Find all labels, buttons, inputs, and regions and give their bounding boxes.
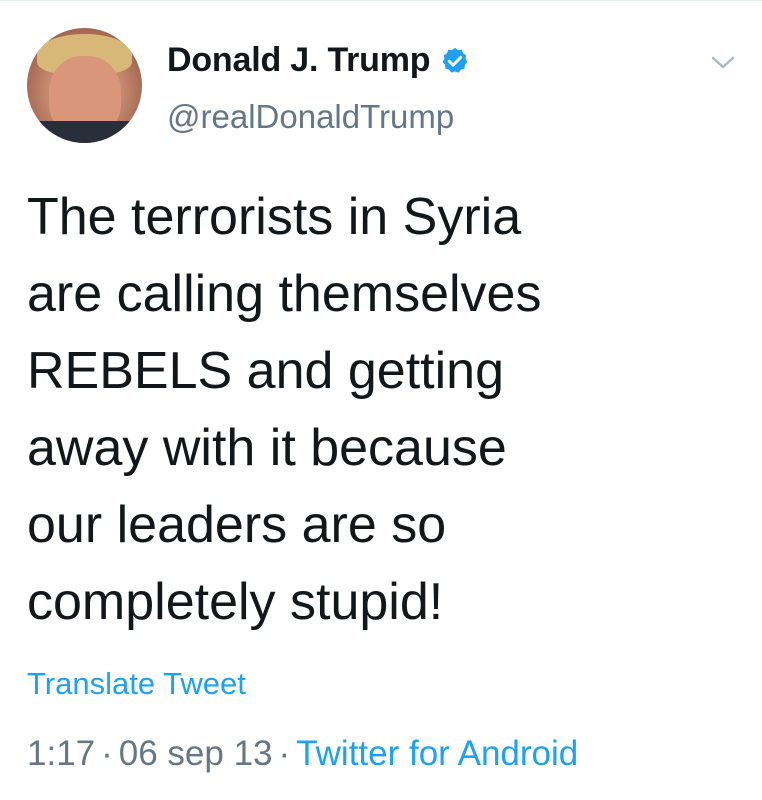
- meta-separator: ·: [278, 734, 291, 773]
- avatar-suit: [27, 121, 142, 143]
- avatar[interactable]: [27, 28, 142, 143]
- author-name-row[interactable]: Donald J. Trump: [167, 41, 470, 80]
- meta-separator: ·: [101, 734, 113, 773]
- author-handle[interactable]: @realDonaldTrump: [167, 98, 454, 136]
- chevron-down-icon[interactable]: [710, 53, 736, 73]
- tweet-date: 06 sep 13: [118, 734, 273, 773]
- tweet-meta: 1:17 · 06 sep 13 · Twitter for Android: [27, 734, 578, 774]
- tweet-text: The terrorists in Syria are calling them…: [27, 188, 542, 631]
- translate-tweet-link[interactable]: Translate Tweet: [27, 666, 246, 702]
- tweet-source-link[interactable]: Twitter for Android: [296, 734, 578, 773]
- author-display-name[interactable]: Donald J. Trump: [167, 41, 431, 80]
- tweet-card: Donald J. Trump @realDonaldTrump The ter…: [0, 0, 762, 800]
- tweet-time: 1:17: [27, 734, 96, 773]
- verified-badge-icon: [442, 47, 468, 73]
